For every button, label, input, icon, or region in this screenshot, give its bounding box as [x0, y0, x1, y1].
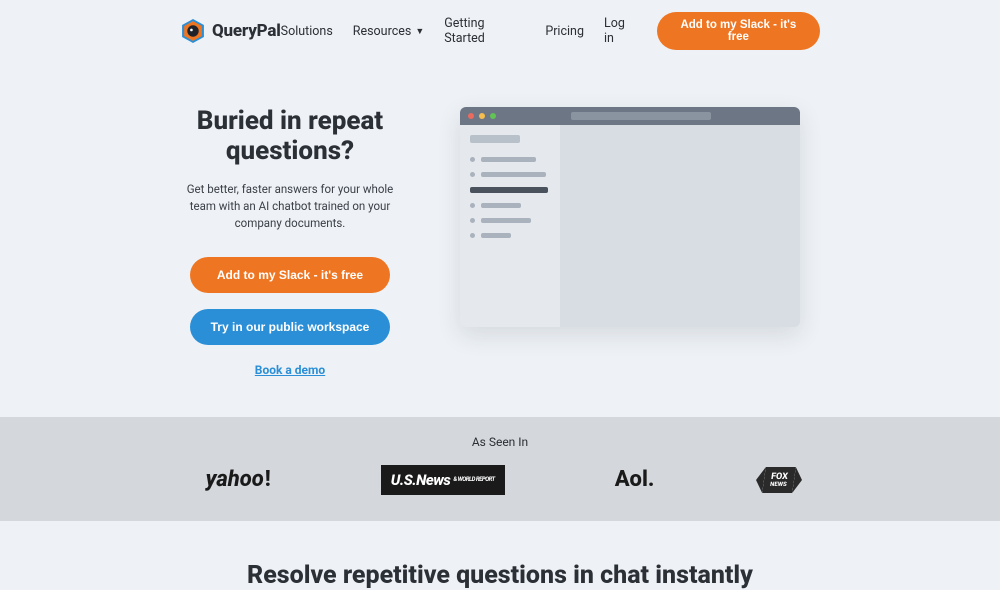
mock-body	[460, 125, 800, 327]
mock-sidebar-item-active	[470, 187, 548, 193]
press-logo-fox-top: FOX	[771, 472, 789, 481]
as-seen-in-title: As Seen In	[0, 435, 1000, 449]
nav-resources[interactable]: Resources ▼	[353, 24, 424, 39]
section-resolve: Resolve repetitive questions in chat ins…	[0, 521, 1000, 590]
brand-area: QueryPal	[180, 18, 281, 44]
press-logo-usnews: U.S.News & WORLD REPORT	[381, 465, 505, 495]
traffic-light-close-icon	[468, 113, 474, 119]
hero-illustration	[460, 107, 820, 327]
press-logo-aol: Aol.	[615, 467, 655, 492]
press-logo-foxnews: FOX NEWS	[763, 467, 797, 493]
hero: Buried in repeat questions? Get better, …	[0, 62, 1000, 417]
nav-cta-button[interactable]: Add to my Slack - it's free	[657, 12, 820, 50]
nav-resources-label: Resources	[353, 24, 412, 39]
mock-sidebar-item	[470, 157, 550, 162]
nav-getting-started[interactable]: Getting Started	[444, 16, 525, 46]
press-logo-usnews-sub: & WORLD REPORT	[453, 477, 494, 483]
press-logo-usnews-text: U.S.News	[391, 471, 451, 489]
press-logo-yahoo: yahoo	[206, 467, 271, 492]
nav-menu: Solutions Resources ▼ Getting Started Pr…	[281, 12, 820, 50]
nav-login[interactable]: Log in	[604, 16, 637, 46]
top-nav: QueryPal Solutions Resources ▼ Getting S…	[0, 0, 1000, 62]
mock-sidebar-item	[470, 218, 550, 223]
mock-sidebar-item	[470, 203, 550, 208]
mock-search-bar	[571, 112, 711, 120]
hero-cta-secondary-button[interactable]: Try in our public workspace	[190, 309, 390, 345]
mock-main-pane	[560, 125, 800, 327]
press-logos: yahoo U.S.News & WORLD REPORT Aol. FOX N…	[0, 465, 1000, 495]
logo-text: QueryPal	[212, 21, 281, 41]
mock-sidebar-item	[470, 172, 550, 177]
logo-icon	[180, 18, 206, 44]
mock-sidebar-item	[470, 233, 550, 238]
mock-sidebar-header	[470, 135, 520, 143]
hero-subtitle: Get better, faster answers for your whol…	[185, 181, 395, 233]
hero-title: Buried in repeat questions?	[180, 107, 400, 167]
chevron-down-icon: ▼	[415, 26, 424, 37]
hero-cta-group: Add to my Slack - it's free Try in our p…	[180, 257, 400, 377]
press-logo-fox-bot: NEWS	[770, 481, 787, 487]
mock-window	[460, 107, 800, 327]
mock-titlebar	[460, 107, 800, 125]
section-resolve-title: Resolve repetitive questions in chat ins…	[0, 561, 1000, 590]
hero-book-demo-link[interactable]: Book a demo	[255, 363, 325, 377]
nav-solutions[interactable]: Solutions	[281, 24, 333, 39]
mock-sidebar	[460, 125, 560, 327]
as-seen-in: As Seen In yahoo U.S.News & WORLD REPORT…	[0, 417, 1000, 521]
hero-copy: Buried in repeat questions? Get better, …	[180, 107, 400, 377]
hero-cta-primary-button[interactable]: Add to my Slack - it's free	[190, 257, 390, 293]
traffic-light-max-icon	[490, 113, 496, 119]
traffic-light-min-icon	[479, 113, 485, 119]
nav-pricing[interactable]: Pricing	[545, 24, 584, 39]
logo[interactable]: QueryPal	[180, 18, 281, 44]
